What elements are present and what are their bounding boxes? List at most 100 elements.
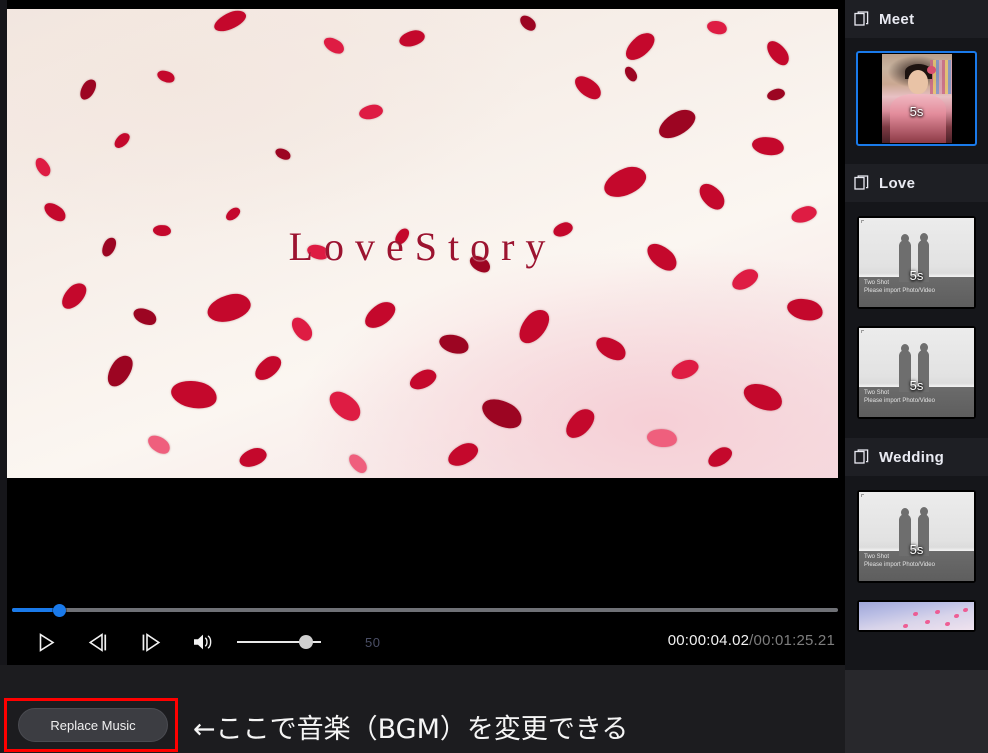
sidebar-clip-list-love: Two Shot Please import Photo/Video 5s Tw… [845, 202, 988, 438]
petal-decoration [645, 426, 679, 450]
petal-decoration [168, 375, 220, 414]
petal-decoration [935, 610, 940, 614]
petal-decoration [76, 76, 100, 103]
petal-decoration [763, 36, 793, 70]
placeholder-caption: Two Shot Please import Photo/Video [864, 279, 935, 295]
clip-thumbnail[interactable] [857, 600, 976, 632]
layers-icon [854, 448, 871, 466]
petal-decoration [321, 33, 347, 58]
placeholder-silhouette-female-head [920, 233, 928, 242]
placeholder-caption-line1: Two Shot [864, 554, 890, 560]
photo-content [882, 54, 952, 143]
sidebar-section-label: Meet [879, 10, 915, 28]
petal-decoration [397, 28, 427, 49]
placeholder-silhouette-female-head [920, 507, 928, 516]
placeholder-caption-line1: Two Shot [864, 280, 890, 286]
placeholder-caption-line1: Two Shot [864, 390, 890, 396]
petal-decoration [784, 294, 826, 325]
petal-decoration [98, 235, 120, 259]
timecode-current: 00:00:04.02 [667, 631, 750, 649]
placeholder-caption: Two Shot Please import Photo/Video [864, 553, 935, 569]
petal-decoration [599, 162, 651, 202]
petal-decoration [705, 18, 729, 37]
photo-subject-face [908, 70, 928, 94]
petal-decoration [155, 67, 177, 86]
petal-decoration [444, 439, 482, 470]
previous-frame-icon [88, 632, 109, 652]
clip-preview-placeholder: Two Shot Please import Photo/Video 5s [859, 492, 974, 581]
video-title-overlay: LoveStory [288, 224, 557, 269]
sidebar-section-label: Love [879, 174, 916, 192]
photo-background-detail [930, 60, 952, 94]
video-preview[interactable]: LoveStory [7, 9, 838, 478]
petal-decoration [101, 351, 139, 391]
bottom-toolbar: Replace Music ←ここで音楽（BGM）を変更できる [0, 665, 845, 753]
replace-music-button[interactable]: Replace Music [18, 708, 168, 742]
layers-icon [854, 10, 871, 28]
top-letterbox [0, 0, 845, 9]
seek-playhead[interactable] [53, 604, 66, 617]
petal-decoration [654, 104, 700, 144]
volume-icon [192, 632, 216, 652]
next-frame-button[interactable] [127, 624, 173, 660]
petal-decoration [571, 71, 605, 104]
petal-decoration [358, 103, 384, 121]
petal-decoration [466, 251, 494, 277]
placeholder-silhouette-female-head [920, 343, 928, 352]
placeholder-silhouette-female [918, 514, 929, 556]
placeholder-silhouette-male [899, 350, 911, 392]
petal-decoration [360, 297, 400, 333]
volume-button[interactable] [181, 624, 227, 660]
petal-decoration [789, 204, 819, 225]
petal-decoration [250, 351, 286, 385]
seek-bar[interactable] [7, 600, 838, 620]
petal-decoration [211, 9, 249, 35]
clip-preview-placeholder: Two Shot Please import Photo/Video 5s [859, 328, 974, 417]
petal-decoration [288, 313, 316, 345]
storyboard-sidebar[interactable]: Meet 5s Love Two Shot Please import Phot… [845, 0, 988, 670]
placeholder-corner-mark [861, 494, 864, 497]
petal-decoration [963, 608, 968, 612]
volume-value: 50 [365, 634, 381, 650]
clip-preview-petals [859, 602, 974, 630]
petal-decoration [204, 290, 254, 326]
previous-frame-button[interactable] [75, 624, 121, 660]
petal-decoration [517, 12, 539, 34]
sidebar-section-header-love[interactable]: Love [845, 164, 988, 202]
petal-decoration [925, 620, 930, 624]
clip-thumbnail[interactable]: 5s [856, 51, 977, 146]
petal-decoration [945, 622, 950, 626]
petal-decoration [669, 357, 701, 382]
play-button[interactable] [23, 624, 69, 660]
layers-icon [854, 174, 871, 192]
petal-decoration [152, 223, 172, 238]
petal-decoration [324, 385, 366, 427]
volume-slider-thumb[interactable] [299, 635, 313, 649]
placeholder-silhouette-female [918, 240, 929, 282]
player-pane: LoveStory 50 00:00:04.02 / 00:01:25.21 [0, 0, 845, 665]
petal-decoration [305, 241, 331, 263]
petal-decoration [592, 331, 630, 366]
clip-thumbnail[interactable]: Two Shot Please import Photo/Video 5s [857, 490, 976, 583]
petal-decoration [551, 220, 575, 239]
petal-decoration [766, 87, 786, 102]
seek-track[interactable] [12, 608, 838, 612]
petal-decoration [41, 198, 69, 226]
volume-slider[interactable] [237, 624, 333, 660]
sidebar-section-header-wedding[interactable]: Wedding [845, 438, 988, 476]
placeholder-silhouette-male-head [901, 234, 909, 243]
petal-decoration [223, 205, 243, 223]
sidebar-section-header-meet[interactable]: Meet [845, 0, 988, 38]
petal-decoration [477, 392, 527, 435]
placeholder-corner-mark [861, 330, 864, 333]
clip-preview-placeholder: Two Shot Please import Photo/Video 5s [859, 218, 974, 307]
petal-decoration [704, 443, 736, 471]
clip-thumbnail[interactable]: Two Shot Please import Photo/Video 5s [857, 326, 976, 419]
timecode: 00:00:04.02 / 00:01:25.21 [668, 622, 835, 658]
petal-decoration [750, 133, 786, 159]
clip-thumbnail[interactable]: Two Shot Please import Photo/Video 5s [857, 216, 976, 309]
petal-decoration [512, 304, 556, 349]
replace-music-label: Replace Music [50, 717, 136, 733]
petal-decoration [56, 279, 92, 313]
placeholder-silhouette-male [899, 240, 911, 282]
